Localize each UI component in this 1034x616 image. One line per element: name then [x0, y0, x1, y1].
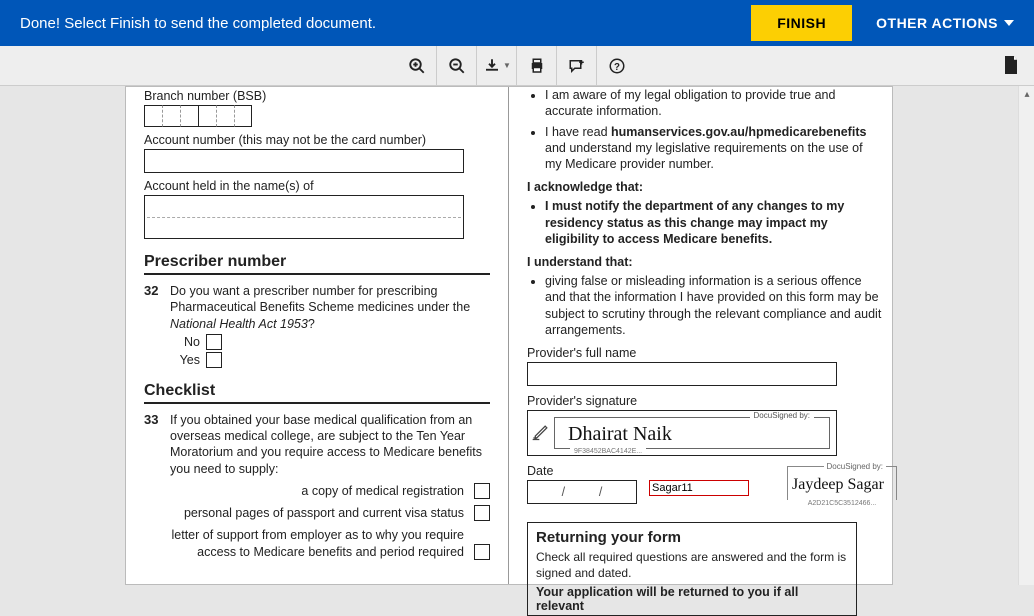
other-actions-label: OTHER ACTIONS	[876, 15, 998, 31]
approver-docusigned-label: DocuSigned by:	[824, 462, 886, 471]
question-33-number: 33	[144, 412, 162, 477]
approver-signature-value: Jaydeep Sagar	[792, 476, 884, 494]
scroll-up-button[interactable]: ▴	[1019, 86, 1034, 102]
prescriber-section-title: Prescriber number	[144, 253, 490, 275]
provider-signature-field[interactable]: DocuSigned by: Dhairat Naik 9F38452BAC41…	[527, 410, 837, 456]
checklist-c-checkbox[interactable]	[474, 544, 490, 560]
branch-number-label: Branch number (BSB)	[144, 89, 490, 103]
account-held-field[interactable]	[144, 195, 464, 239]
signature-value: Dhairat Naik	[568, 423, 672, 446]
annotate-button[interactable]	[557, 46, 597, 86]
q32-yes-checkbox[interactable]	[206, 352, 222, 368]
declaration-bullet-1: I am aware of my legal obligation to pro…	[545, 87, 882, 120]
q32-no-label: No	[170, 335, 200, 349]
left-column: Branch number (BSB) Account number (this…	[126, 87, 509, 584]
documents-panel-button[interactable]	[1002, 54, 1020, 81]
checklist-item-a: a copy of medical registration	[144, 483, 464, 499]
provider-name-label: Provider's full name	[527, 346, 882, 360]
question-33-text: If you obtained your base medical qualif…	[170, 412, 490, 477]
other-actions-menu[interactable]: OTHER ACTIONS	[876, 15, 1014, 31]
reviewer-tag[interactable]: Sagar11	[649, 480, 749, 496]
q32-yes-label: Yes	[170, 353, 200, 367]
right-column: I am aware of my legal obligation to pro…	[509, 87, 892, 584]
account-held-label: Account held in the name(s) of	[144, 179, 490, 193]
caret-down-icon	[1004, 20, 1014, 26]
top-bar-actions: FINISH OTHER ACTIONS	[751, 5, 1014, 41]
question-32-number: 32	[144, 283, 162, 332]
q32-no-checkbox[interactable]	[206, 334, 222, 350]
understand-bullet: giving false or misleading information i…	[545, 273, 882, 338]
pen-icon	[528, 422, 554, 445]
top-bar: Done! Select Finish to send the complete…	[0, 0, 1034, 46]
zoom-out-button[interactable]	[437, 46, 477, 86]
scrollbar[interactable]: ▴	[1018, 86, 1034, 585]
returning-form-text: Check all required questions are answere…	[536, 550, 848, 581]
date-field[interactable]: / /	[527, 480, 637, 504]
signature-hash: 9F38452BAC4142E...	[570, 448, 646, 455]
checklist-b-checkbox[interactable]	[474, 505, 490, 521]
checklist-section-title: Checklist	[144, 382, 490, 404]
question-32-text: Do you want a prescriber number for pres…	[170, 283, 490, 332]
checklist-item-b: personal pages of passport and current v…	[144, 505, 464, 521]
approver-signature: DocuSigned by: Jaydeep Sagar A2D21C5C351…	[787, 466, 897, 507]
download-button[interactable]: ▼	[477, 46, 517, 86]
finish-button[interactable]: FINISH	[751, 5, 852, 41]
docusigned-label: DocuSigned by:	[750, 411, 814, 420]
toolbar: ▼ ?	[0, 46, 1034, 86]
checklist-a-checkbox[interactable]	[474, 483, 490, 499]
acknowledge-bullet: I must notify the department of any chan…	[545, 198, 882, 247]
help-button[interactable]: ?	[597, 46, 637, 86]
account-number-label: Account number (this may not be the card…	[144, 133, 490, 147]
returning-form-title: Returning your form	[536, 529, 848, 546]
document-page: Branch number (BSB) Account number (this…	[125, 86, 893, 585]
provider-name-field[interactable]	[527, 362, 837, 386]
declaration-bullet-2: I have read humanservices.gov.au/hpmedic…	[545, 124, 882, 173]
returning-form-warning: Your application will be returned to you…	[536, 585, 848, 613]
provider-signature-label: Provider's signature	[527, 394, 882, 408]
completion-message: Done! Select Finish to send the complete…	[20, 15, 376, 32]
print-button[interactable]	[517, 46, 557, 86]
checklist-item-c: letter of support from employer as to wh…	[144, 527, 464, 560]
returning-form-box: Returning your form Check all required q…	[527, 522, 857, 616]
approver-signature-hash: A2D21C5C3512466...	[787, 500, 897, 507]
acknowledge-heading: I acknowledge that:	[527, 180, 882, 194]
zoom-in-button[interactable]	[397, 46, 437, 86]
svg-text:?: ?	[614, 61, 620, 72]
understand-heading: I understand that:	[527, 255, 882, 269]
branch-number-field[interactable]	[144, 105, 490, 127]
account-number-field[interactable]	[144, 149, 464, 173]
document-viewport: Branch number (BSB) Account number (this…	[0, 86, 1018, 585]
